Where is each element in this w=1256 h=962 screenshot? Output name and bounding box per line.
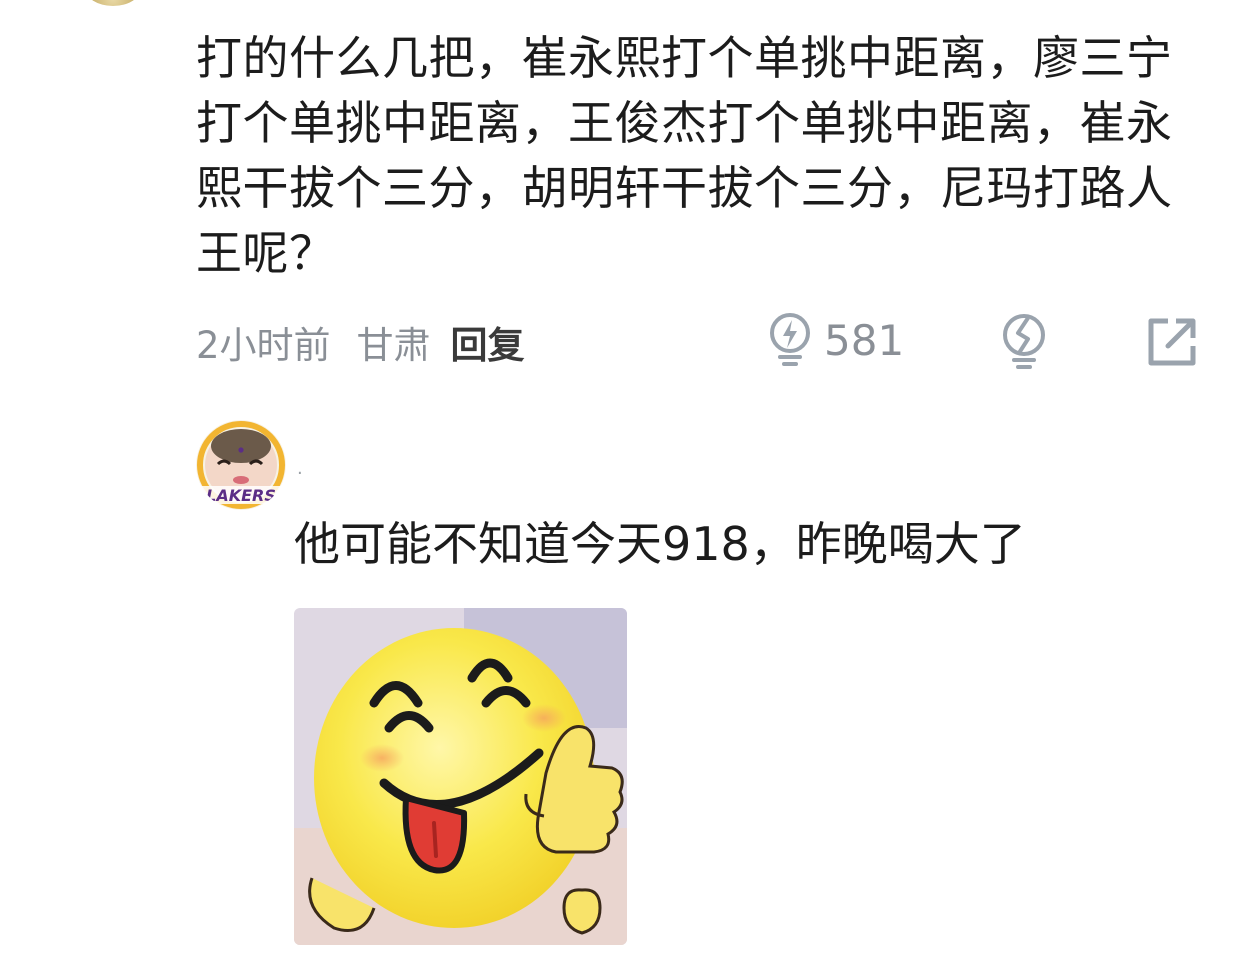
- like-count: 581: [824, 315, 905, 365]
- comment-text: 打的什么几把，崔永熙打个单挑中距离，廖三宁打个单挑中距离，王俊杰打个单挑中距离，…: [196, 31, 1173, 280]
- like-button[interactable]: 581: [766, 310, 904, 370]
- comment-thread: 打的什么几把，崔永熙打个单挑中距离，廖三宁打个单挑中距离，王俊杰打个单挑中距离，…: [0, 0, 1256, 962]
- username[interactable]: ·: [297, 463, 303, 484]
- reply-button[interactable]: 回复: [451, 315, 525, 369]
- lightbulb-bolt-icon: [770, 313, 810, 366]
- share-button[interactable]: [1146, 316, 1198, 368]
- reply-text: 他可能不知道今天918，昨晚喝大了: [294, 517, 1026, 571]
- broken-lightbulb-icon: [1003, 314, 1045, 369]
- avatar-badge-text: LAKERS: [206, 486, 276, 505]
- comment-location: 甘肃: [356, 324, 431, 367]
- comment-meta: 2小时前 甘肃 回复: [196, 312, 525, 372]
- emoji-sticker-image[interactable]: [294, 608, 627, 945]
- previous-avatar[interactable]: [85, 0, 141, 6]
- avatar[interactable]: LAKERS: [196, 420, 286, 510]
- comment-time: 2小时前: [196, 324, 331, 367]
- dislike-button[interactable]: [998, 312, 1050, 372]
- grinning-thumbs-up-sticker: [294, 608, 627, 945]
- lakers-avatar-image: LAKERS: [196, 420, 286, 510]
- share-arrow-icon: [1148, 318, 1196, 366]
